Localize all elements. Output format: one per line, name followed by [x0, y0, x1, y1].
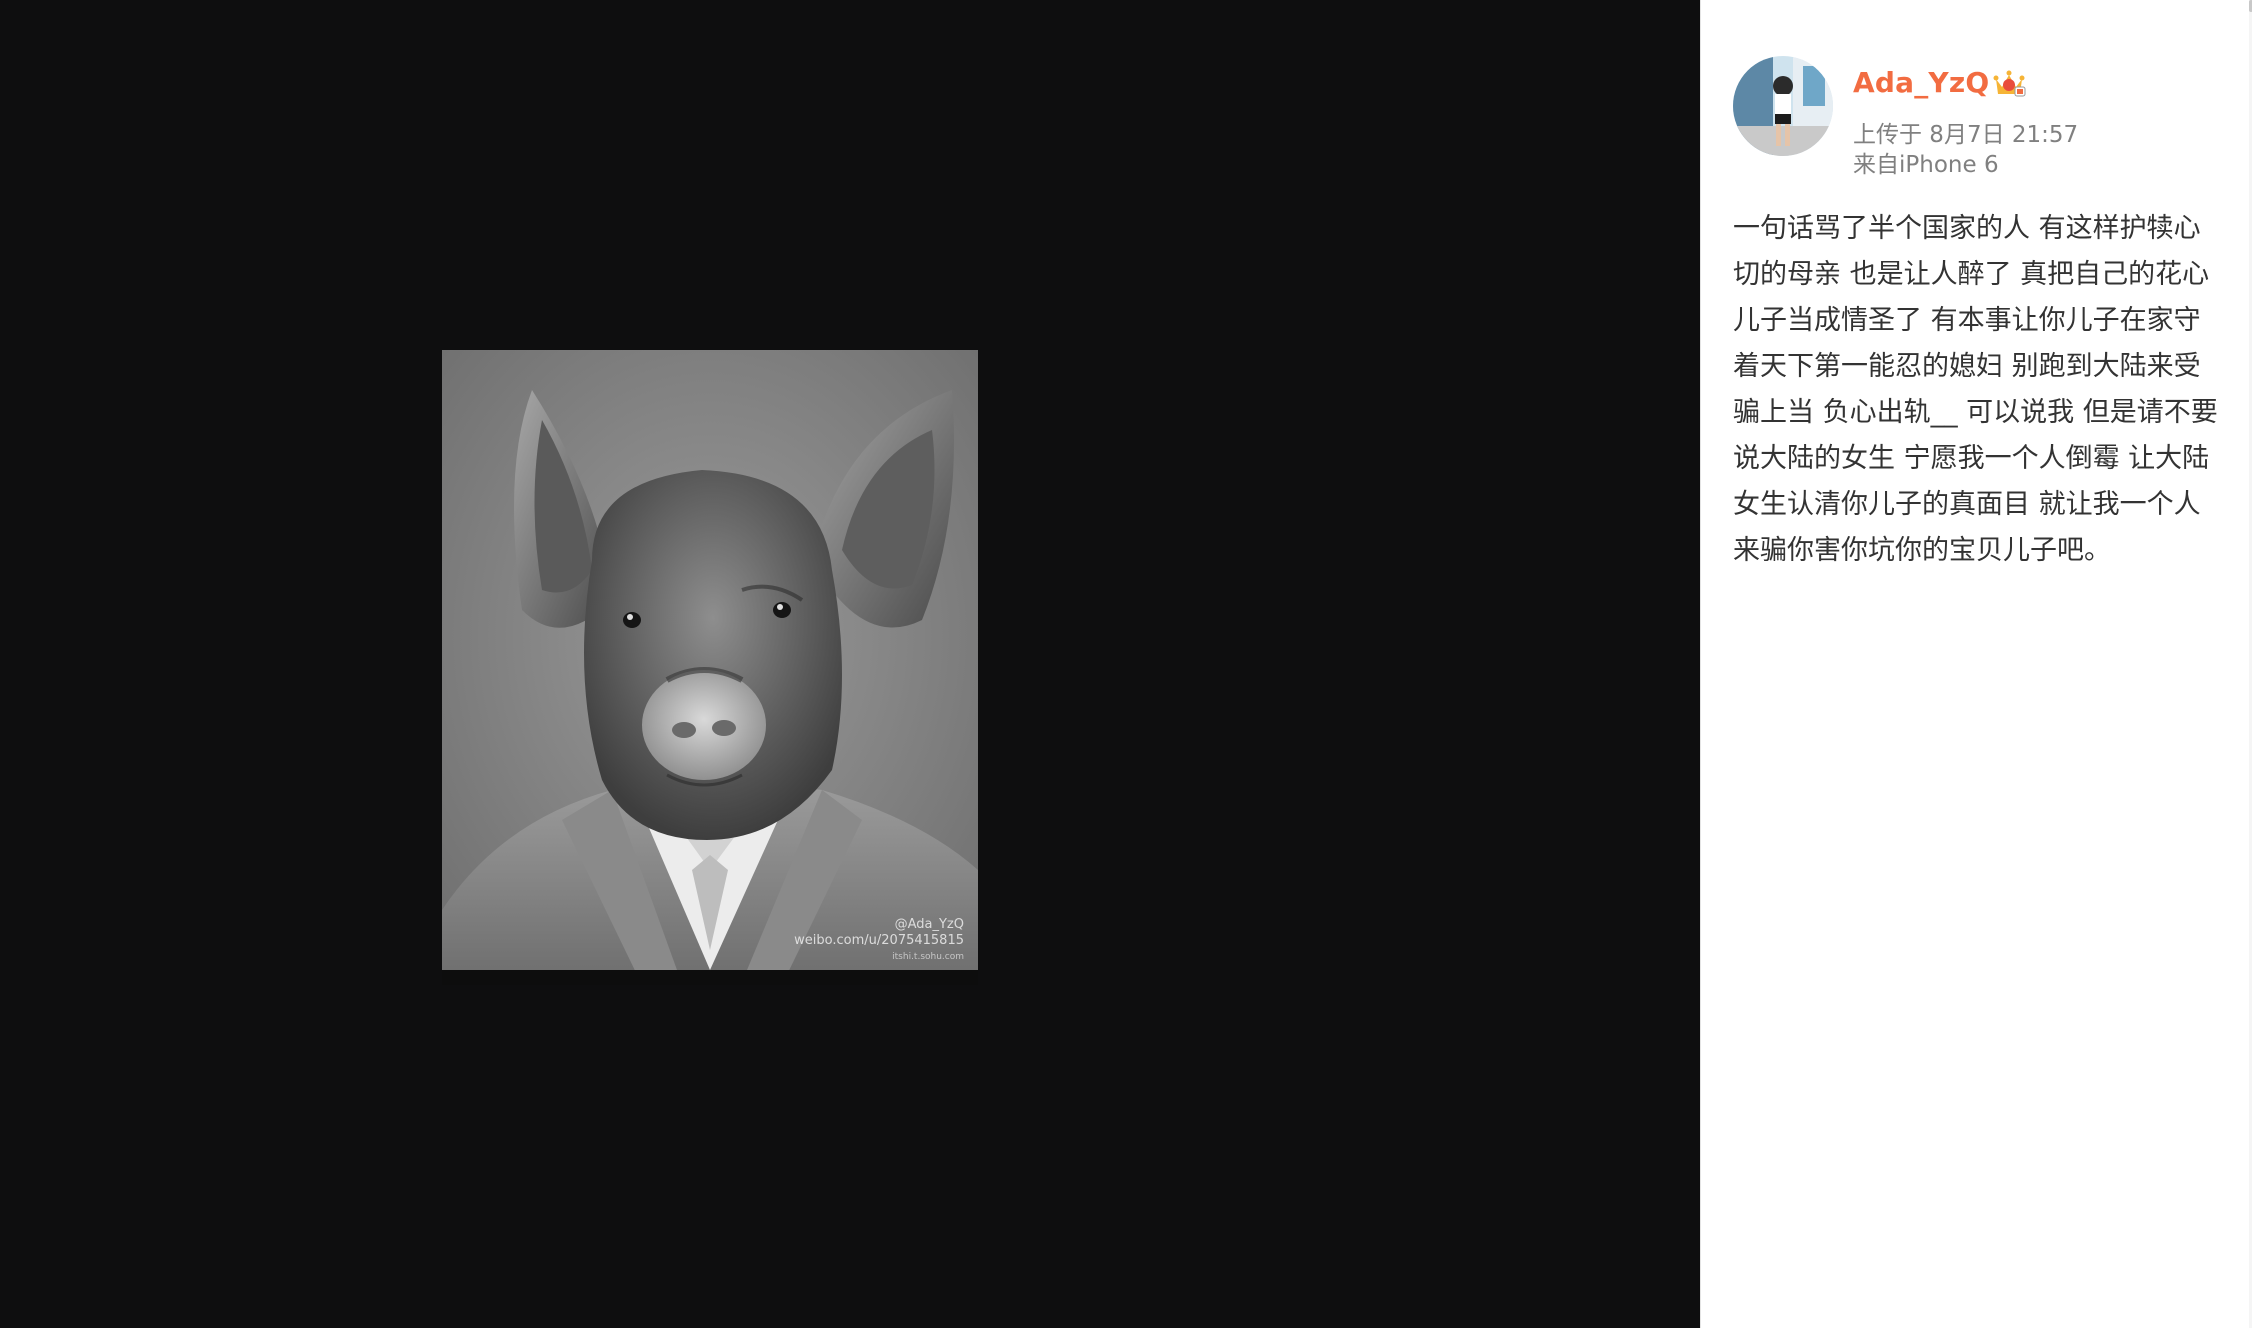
watermark-source: itshi.t.sohu.com: [892, 952, 964, 962]
avatar-image: [1733, 56, 1833, 156]
pig-in-suit-image: [442, 350, 978, 985]
post-sidebar: Ada_YzQ 上传于 8月7日 21:57 来自iPhone 6 一句话骂了半…: [1700, 0, 2252, 1328]
name-row: Ada_YzQ: [1853, 64, 2078, 100]
avatar[interactable]: [1733, 56, 1833, 156]
watermark-handle: @Ada_YzQ: [894, 917, 964, 932]
post-text: 一句话骂了半个国家的人 有这样护犊心 切的母亲 也是让人醉了 真把自己的花心 儿…: [1733, 213, 2218, 566]
image-viewer: @Ada_YzQ weibo.com/u/2075415815 itshi.t.…: [0, 0, 1700, 1328]
post-photo[interactable]: @Ada_YzQ weibo.com/u/2075415815 itshi.t.…: [442, 350, 978, 985]
vip-crown-icon[interactable]: [1993, 67, 2027, 97]
author-block: Ada_YzQ 上传于 8月7日 21:57 来自iPhone 6: [1733, 56, 2078, 180]
photo-watermark: @Ada_YzQ weibo.com/u/2075415815 itshi.t.…: [794, 917, 964, 965]
upload-time: 上传于 8月7日 21:57: [1853, 122, 2079, 148]
username-link[interactable]: Ada_YzQ: [1853, 66, 1989, 99]
author-meta: Ada_YzQ 上传于 8月7日 21:57 来自iPhone 6: [1853, 56, 2078, 180]
post-source: 来自iPhone 6: [1853, 152, 1999, 178]
watermark-url: weibo.com/u/2075415815: [794, 933, 964, 948]
